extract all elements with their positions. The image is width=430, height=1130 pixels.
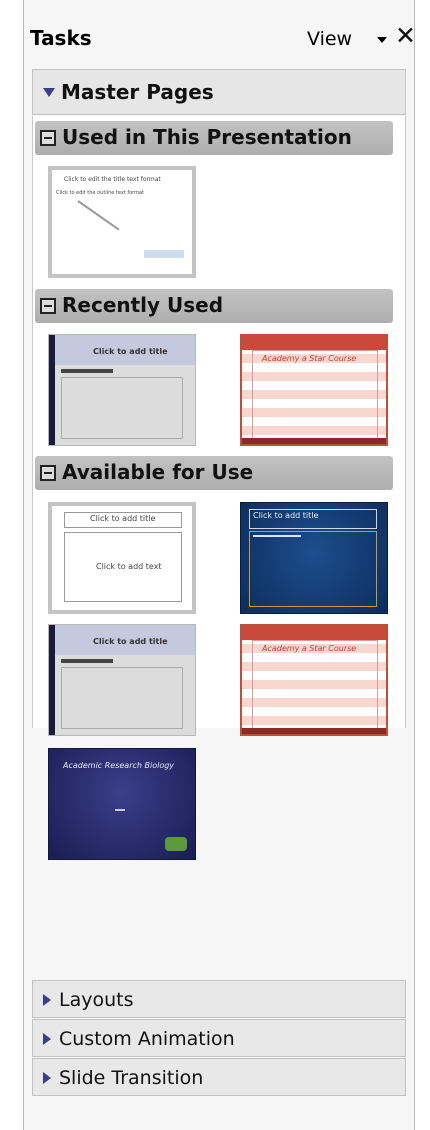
master-thumb-red-2[interactable]: Academy a Star Course: [240, 624, 388, 736]
slide-transition-panel-header[interactable]: Slide Transition: [32, 1058, 406, 1096]
section-used-in-presentation[interactable]: Used in This Presentation: [35, 121, 393, 155]
close-icon[interactable]: ✕: [395, 21, 416, 50]
tasks-title: Tasks: [30, 26, 92, 50]
section-label: Used in This Presentation: [62, 125, 352, 149]
layouts-panel-header[interactable]: Layouts: [32, 980, 406, 1018]
master-thumb-default[interactable]: Click to edit the title text format Clic…: [48, 166, 196, 278]
master-thumb-blue[interactable]: Click to add title: [240, 502, 388, 614]
triangle-right-icon: [43, 1033, 51, 1045]
slide-transition-label: Slide Transition: [59, 1067, 204, 1089]
section-recently-used[interactable]: Recently Used: [35, 289, 393, 323]
view-menu-button[interactable]: View: [307, 28, 352, 50]
triangle-right-icon: [43, 1072, 51, 1084]
collapse-minus-icon[interactable]: [40, 130, 56, 146]
master-thumb-navy[interactable]: Academic Research Biology: [48, 748, 196, 860]
collapse-minus-icon[interactable]: [40, 298, 56, 314]
layouts-label: Layouts: [59, 989, 134, 1011]
thumb-title-text: Click to add title: [90, 514, 156, 523]
chevron-down-icon[interactable]: [377, 37, 387, 43]
master-pages-header[interactable]: Master Pages: [32, 69, 406, 115]
master-pages-label: Master Pages: [61, 80, 214, 104]
master-thumb-grey-2[interactable]: Click to add title: [48, 624, 196, 736]
thumb-title-text: Click to add title: [253, 511, 319, 520]
thumb-body-text: Click to edit the outline text format: [56, 190, 145, 196]
master-pages-content: Used in This Presentation Click to edit …: [32, 116, 406, 860]
tasks-titlebar: Tasks View ✕: [24, 0, 416, 64]
thumb-title-text: Academic Research Biology: [63, 761, 175, 770]
thumb-body-text: Click to add text: [96, 562, 162, 571]
custom-animation-panel-header[interactable]: Custom Animation: [32, 1019, 406, 1057]
thumb-title-text: Click to edit the title text format: [64, 176, 161, 183]
master-thumb-red[interactable]: Academy a Star Course: [240, 334, 388, 446]
tasks-pane: Tasks View ✕ Master Pages Used in This P…: [23, 0, 416, 1130]
section-label: Available for Use: [62, 460, 254, 484]
master-thumb-grey[interactable]: Click to add title: [48, 334, 196, 446]
triangle-right-icon: [43, 994, 51, 1006]
master-thumb-white[interactable]: Click to add title Click to add text: [48, 502, 196, 614]
section-label: Recently Used: [62, 293, 224, 317]
section-available-for-use[interactable]: Available for Use: [35, 456, 393, 490]
collapse-minus-icon[interactable]: [40, 465, 56, 481]
thumb-title-text: Click to add title: [93, 637, 168, 646]
custom-animation-label: Custom Animation: [59, 1028, 235, 1050]
thumb-title-text: Click to add title: [93, 347, 168, 356]
triangle-down-icon: [43, 88, 55, 97]
